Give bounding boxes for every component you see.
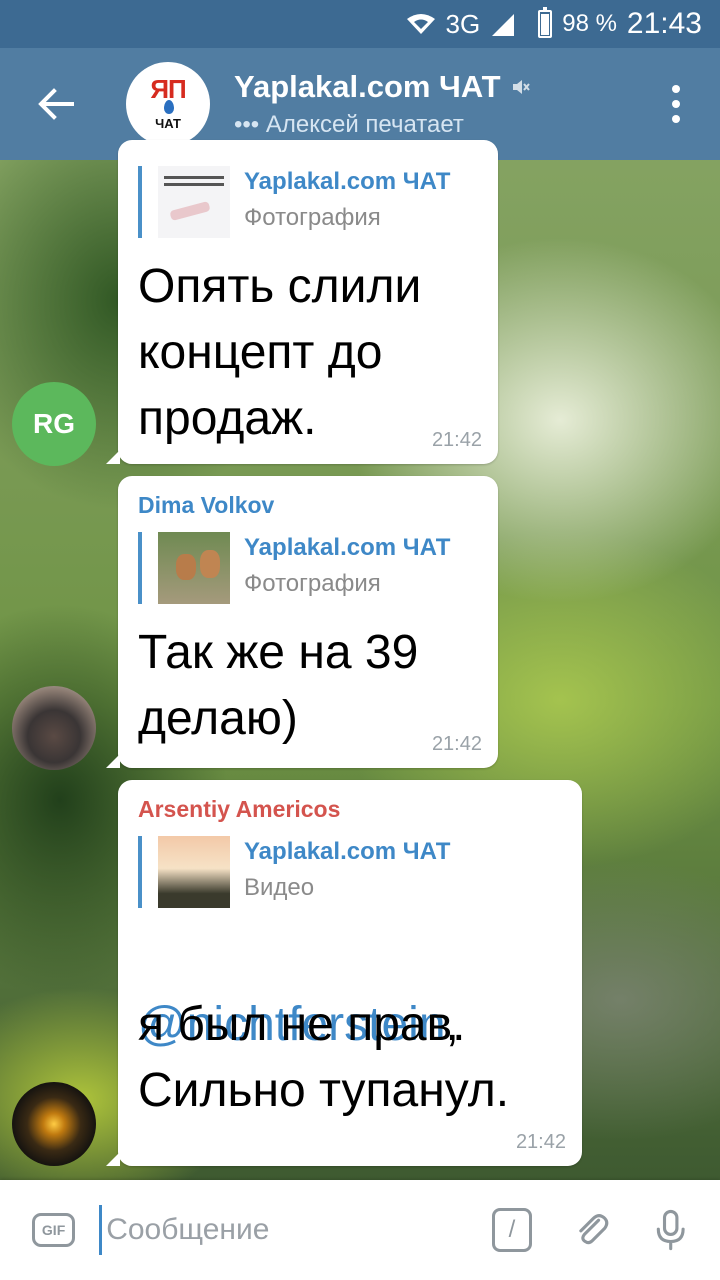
bubble-tail (106, 754, 120, 768)
reply-media-type: Видео (244, 874, 315, 901)
message-input[interactable] (99, 1205, 493, 1255)
bot-command-button[interactable]: / (492, 1208, 532, 1252)
message-composer: GIF / (0, 1180, 720, 1280)
wifi-icon (406, 14, 435, 34)
message-time: 21:42 (515, 1131, 566, 1153)
reply-preview[interactable]: Yaplakal.com ЧАТ Фотография (138, 532, 450, 604)
drop-icon (164, 100, 174, 114)
reply-media-type: Фотография (244, 570, 381, 597)
message-bubble[interactable]: Yaplakal.com ЧАТ Фотография Опять слили … (106, 140, 498, 464)
reply-thumbnail (158, 532, 230, 604)
more-options-icon[interactable] (672, 84, 680, 124)
network-type: 3G (445, 8, 481, 39)
battery-icon (538, 7, 553, 38)
bubble-tail (106, 450, 120, 464)
back-arrow-icon[interactable] (36, 84, 76, 124)
battery-percent: 98 % (562, 10, 617, 37)
sender-avatar[interactable]: RG (12, 382, 96, 466)
mute-icon (512, 80, 530, 94)
sender-name[interactable]: Arsentiy Americos (138, 796, 340, 823)
bubble-tail (106, 1152, 120, 1166)
message-text: Опять слили концепт до продаж. (138, 260, 422, 445)
chat-title: Yaplakal.com ЧАТ (234, 69, 501, 104)
sender-name[interactable]: Dima Volkov (138, 492, 274, 519)
attach-icon[interactable] (572, 1207, 613, 1253)
clock: 21:43 (626, 7, 702, 40)
typing-status: ••• Алексей печатает (234, 111, 464, 138)
gif-button[interactable]: GIF (32, 1213, 76, 1247)
reply-author: Yaplakal.com ЧАТ (244, 168, 451, 195)
message-time: 21:42 (431, 733, 482, 755)
chat-title-row: Yaplakal.com ЧАТ (234, 69, 531, 105)
reply-media-type: Фотография (244, 204, 381, 231)
status-bar: 3G 98 % 21:43 (0, 0, 720, 48)
avatar-initials: RG (33, 408, 75, 439)
message-bubble[interactable]: Dima Volkov Yaplakal.com ЧАТ Фотография … (106, 476, 498, 768)
avatar-logo-subtext: ЧАТ (155, 116, 181, 131)
message-bubble[interactable]: Arsentiy Americos Yaplakal.com ЧАТ Видео… (106, 780, 582, 1166)
reply-preview[interactable]: Yaplakal.com ЧАТ Видео (138, 836, 450, 908)
signal-icon (492, 14, 515, 36)
sender-avatar[interactable] (12, 1082, 96, 1166)
message-text: Так же на 39 делаю) (138, 626, 419, 745)
microphone-icon[interactable] (653, 1205, 688, 1255)
message-time: 21:42 (431, 429, 482, 451)
chat-avatar[interactable]: ЯП ЧАТ (126, 62, 210, 146)
sender-avatar[interactable] (12, 686, 96, 770)
reply-author: Yaplakal.com ЧАТ (244, 534, 451, 561)
chat-title-block[interactable]: Yaplakal.com ЧАТ ••• Алексей печатает (234, 69, 531, 139)
reply-thumbnail (158, 166, 230, 238)
reply-preview[interactable]: Yaplakal.com ЧАТ Фотография (138, 166, 450, 238)
reply-thumbnail (158, 836, 230, 908)
message-text: я был не прав. Сильно тупанул. (138, 998, 510, 1117)
reply-author: Yaplakal.com ЧАТ (244, 838, 451, 865)
